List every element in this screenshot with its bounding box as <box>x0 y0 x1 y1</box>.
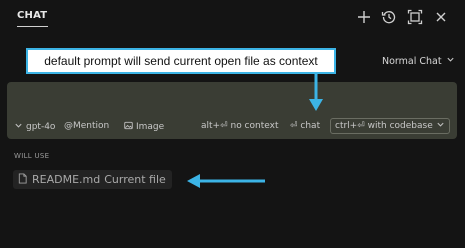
arrow-left-icon <box>187 174 265 188</box>
close-icon[interactable] <box>433 9 449 25</box>
mention-label: @Mention <box>64 121 110 131</box>
no-context-button[interactable]: alt+⏎ no context <box>201 121 278 131</box>
file-icon <box>17 172 28 187</box>
image-icon <box>124 121 133 133</box>
model-select[interactable]: gpt-4o <box>14 121 55 133</box>
chat-mode-label: Normal Chat <box>382 55 442 67</box>
annotation-text: default prompt will send current open fi… <box>44 54 318 68</box>
chevron-down-icon <box>436 120 445 132</box>
codebase-submit-button[interactable]: ctrl+⏎ with codebase <box>330 118 450 134</box>
context-section-label: WILL USE <box>14 152 50 160</box>
chat-header: CHAT <box>0 0 465 36</box>
codebase-submit-label: ctrl+⏎ with codebase <box>335 121 433 131</box>
maximize-icon[interactable] <box>407 9 423 25</box>
annotation-callout: default prompt will send current open fi… <box>26 48 336 74</box>
image-label: Image <box>136 122 165 132</box>
context-file-note: Current file <box>104 173 166 186</box>
chevron-down-icon <box>14 121 23 133</box>
chat-submit-button[interactable]: ⏎ chat <box>290 121 320 131</box>
history-icon[interactable] <box>381 9 397 25</box>
chevron-down-icon <box>446 55 455 67</box>
model-label: gpt-4o <box>26 122 56 132</box>
chat-mode-select[interactable]: Normal Chat <box>382 55 455 67</box>
chat-submit-label: ⏎ chat <box>290 121 321 131</box>
plus-icon[interactable] <box>356 9 372 25</box>
tab-chat[interactable]: CHAT <box>17 10 47 21</box>
context-file-chip[interactable]: README.md Current file <box>13 170 172 189</box>
context-file-name: README.md <box>32 173 101 186</box>
no-context-label: alt+⏎ no context <box>201 121 279 131</box>
image-button[interactable]: Image <box>124 121 164 133</box>
tab-underline <box>17 26 48 27</box>
mention-button[interactable]: @Mention <box>64 121 109 131</box>
